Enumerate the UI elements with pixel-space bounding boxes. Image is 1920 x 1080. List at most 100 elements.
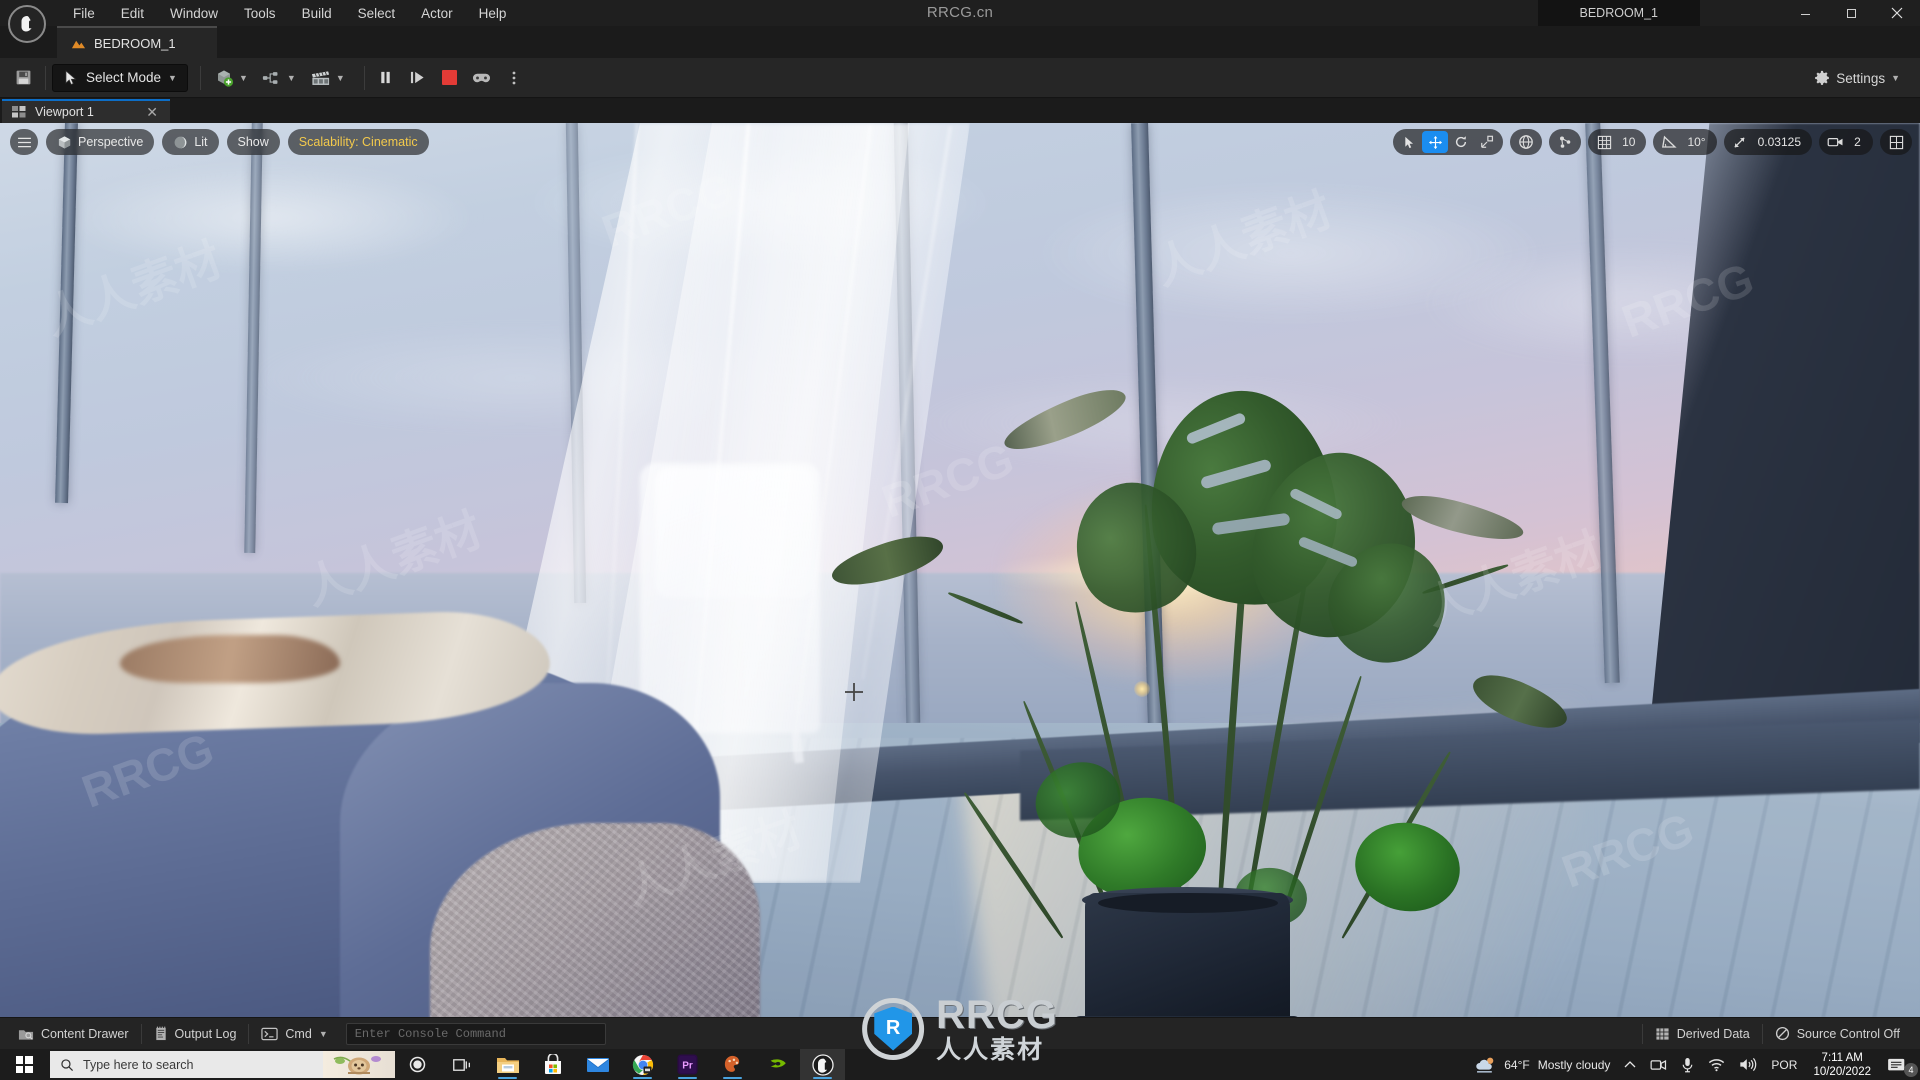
taskbar-app-microsoft-store[interactable] [530, 1049, 575, 1080]
select-mode-dropdown[interactable]: Select Mode ▼ [52, 63, 188, 92]
output-log-icon [154, 1026, 168, 1041]
pause-button[interactable] [371, 63, 401, 93]
status-bar-right: Derived Data Source Control Off [1641, 1018, 1920, 1050]
save-button[interactable] [8, 63, 39, 93]
minimize-icon[interactable] [1782, 0, 1828, 26]
viewport-layout-icon [12, 106, 26, 118]
view-mode-label: Lit [194, 135, 208, 149]
camera-perspective-dropdown[interactable]: Perspective [46, 129, 155, 155]
taskbar-app-premiere-pro[interactable]: Pr [665, 1049, 710, 1080]
translate-gizmo-icon[interactable] [1422, 131, 1449, 153]
cortana-circle-icon[interactable] [395, 1049, 440, 1080]
surface-snap-icon[interactable] [1552, 131, 1578, 153]
scale-gizmo-icon[interactable] [1474, 131, 1500, 153]
angle-snap-value[interactable]: 10° [1682, 135, 1713, 149]
output-log-label: Output Log [174, 1026, 237, 1041]
close-icon[interactable]: ✕ [142, 105, 162, 119]
taskbar-app-unreal-engine[interactable] [800, 1049, 845, 1080]
viewport-overlay-left: Perspective Lit Show Scalability: Cinema… [10, 129, 429, 155]
source-control-button[interactable]: Source Control Off [1763, 1021, 1912, 1047]
window-document-name: BEDROOM_1 [1537, 0, 1700, 26]
cmd-label: Cmd [285, 1026, 312, 1041]
tab-viewport-1[interactable]: Viewport 1 ✕ [2, 99, 170, 123]
level-tab-bedroom1[interactable]: BEDROOM_1 [57, 26, 217, 58]
search-input[interactable]: Type here to search [50, 1051, 395, 1078]
show-flags-dropdown[interactable]: Show [226, 129, 280, 155]
menu-help[interactable]: Help [466, 3, 520, 24]
add-actor-icon [214, 68, 234, 88]
window-controls [1782, 0, 1920, 26]
microphone-icon[interactable] [1674, 1049, 1701, 1080]
content-drawer-button[interactable]: Content Drawer [6, 1021, 141, 1047]
menu-tools[interactable]: Tools [231, 3, 289, 24]
chevron-up-icon[interactable] [1617, 1049, 1643, 1080]
stop-icon [442, 70, 458, 85]
menu-file[interactable]: File [60, 3, 108, 24]
content-drawer-label: Content Drawer [41, 1026, 129, 1041]
eject-gamepad-button[interactable] [467, 63, 497, 93]
cmd-dropdown[interactable]: Cmd ▼ [249, 1021, 339, 1047]
search-placeholder: Type here to search [83, 1057, 194, 1072]
angle-snap-icon[interactable] [1656, 131, 1682, 153]
world-coordinate-icon[interactable] [1513, 131, 1539, 153]
viewport-tab-row: Viewport 1 ✕ [0, 99, 1920, 123]
unreal-engine-logo[interactable] [8, 5, 46, 43]
taskbar-app-google-chrome[interactable] [620, 1049, 665, 1080]
chevron-down-icon: ▼ [286, 72, 296, 83]
taskbar-app-nvidia[interactable] [755, 1049, 800, 1080]
weather-widget[interactable]: 64°F Mostly cloudy [1466, 1049, 1617, 1080]
stop-button[interactable] [435, 63, 465, 93]
blueprints-icon [262, 70, 282, 86]
derived-data-label: Derived Data [1676, 1026, 1750, 1041]
notifications-icon[interactable]: 4 [1880, 1049, 1920, 1080]
grid-snap-group: 10 [1588, 129, 1647, 155]
speaker-volume-icon[interactable] [1732, 1049, 1764, 1080]
task-view-icon[interactable] [440, 1049, 485, 1080]
camera-speed-icon[interactable] [1822, 131, 1848, 153]
scale-snap-value[interactable]: 0.03125 [1753, 135, 1809, 149]
menu-build[interactable]: Build [289, 3, 345, 24]
camera-speed-group: 2 [1819, 129, 1873, 155]
unreal-editor-window: File Edit Window Tools Build Select Acto… [0, 0, 1920, 1080]
scale-snap-icon[interactable] [1727, 131, 1753, 153]
camera-privacy-icon[interactable] [1643, 1049, 1674, 1080]
menu-window[interactable]: Window [157, 3, 231, 24]
level-tab-label: BEDROOM_1 [94, 35, 176, 51]
level-viewport[interactable]: 人人素材 RRCG 人人素材 RRCG 人人素材 RRCG 人人素材 RRCG … [0, 123, 1920, 1017]
close-icon[interactable] [1874, 0, 1920, 26]
view-mode-dropdown[interactable]: Lit [162, 129, 219, 155]
add-actor-button[interactable]: ▼ [207, 63, 255, 93]
more-options-button[interactable] [499, 63, 529, 93]
blueprints-button[interactable]: ▼ [255, 63, 303, 93]
clock-widget[interactable]: 7:11 AM 10/20/2022 [1804, 1051, 1880, 1079]
viewport-menu-button[interactable] [10, 129, 38, 155]
grid-snap-icon[interactable] [1591, 131, 1617, 153]
output-log-button[interactable]: Output Log [142, 1021, 249, 1047]
menu-edit[interactable]: Edit [108, 3, 157, 24]
taskbar-app-paint[interactable] [710, 1049, 755, 1080]
console-command-input[interactable]: Enter Console Command [345, 1022, 606, 1045]
play-controls [371, 63, 529, 93]
menu-select[interactable]: Select [345, 3, 409, 24]
derived-data-button[interactable]: Derived Data [1643, 1021, 1762, 1047]
level-icon [71, 36, 86, 51]
maximize-icon[interactable] [1828, 0, 1874, 26]
grid-snap-value[interactable]: 10 [1617, 135, 1643, 149]
viewport-maximize-icon[interactable] [1883, 131, 1909, 153]
cinematics-button[interactable]: ▼ [303, 63, 352, 93]
frame-step-button[interactable] [403, 63, 433, 93]
windows-start-icon[interactable] [0, 1049, 48, 1080]
viewport-crosshair [845, 683, 863, 701]
select-arrow-icon[interactable] [1396, 131, 1422, 153]
taskbar-app-file-explorer[interactable] [485, 1049, 530, 1080]
menu-actor[interactable]: Actor [408, 3, 466, 24]
language-indicator[interactable]: POR [1764, 1049, 1804, 1080]
wifi-icon[interactable] [1701, 1049, 1732, 1080]
rotate-gizmo-icon[interactable] [1448, 131, 1474, 153]
settings-dropdown[interactable]: Settings ▼ [1806, 63, 1908, 93]
camera-speed-value[interactable]: 2 [1848, 135, 1870, 149]
scalability-dropdown[interactable]: Scalability: Cinematic [287, 129, 429, 155]
taskbar-app-mail[interactable] [575, 1049, 620, 1080]
transform-tool-group [1393, 129, 1504, 155]
3d-scene-render: 人人素材 RRCG 人人素材 RRCG 人人素材 RRCG 人人素材 RRCG … [0, 123, 1920, 1017]
